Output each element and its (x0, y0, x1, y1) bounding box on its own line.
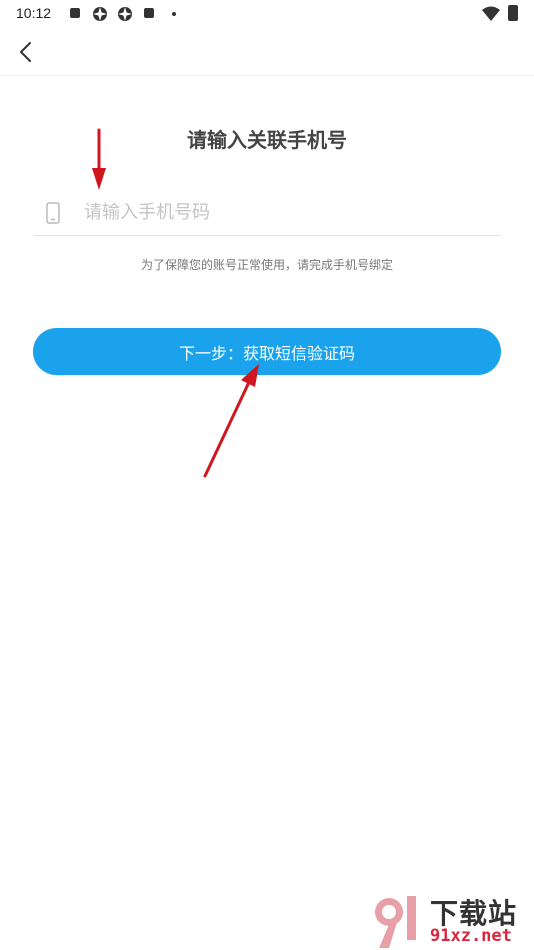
watermark-url: 91xz.net (430, 926, 512, 946)
more-notifications-dot (172, 12, 176, 16)
wifi-icon (482, 6, 500, 21)
phone-input[interactable] (84, 196, 484, 228)
phone-field[interactable] (34, 190, 500, 236)
chevron-left-icon (20, 42, 31, 62)
nav-bar (0, 28, 534, 76)
page-title: 请输入关联手机号 (187, 128, 347, 152)
next-step-button[interactable]: 下一步：获取短信验证码 (33, 328, 501, 375)
app-notification-icon-2 (118, 7, 132, 21)
notification-icon-2 (144, 8, 154, 18)
notification-icon (70, 8, 80, 18)
hint-text: 为了保障您的账号正常使用，请完成手机号绑定 (140, 258, 393, 272)
annotation-arrow-up (203, 364, 259, 478)
watermark: 下载站 91xz.net (365, 890, 534, 950)
watermark-logo-icon (375, 896, 416, 948)
battery-icon (508, 5, 518, 21)
status-bar: 10:12 (0, 0, 534, 28)
status-time: 10:12 (16, 5, 52, 21)
phone-icon (46, 202, 60, 224)
app-notification-icon (93, 7, 107, 21)
back-button[interactable] (10, 36, 42, 68)
